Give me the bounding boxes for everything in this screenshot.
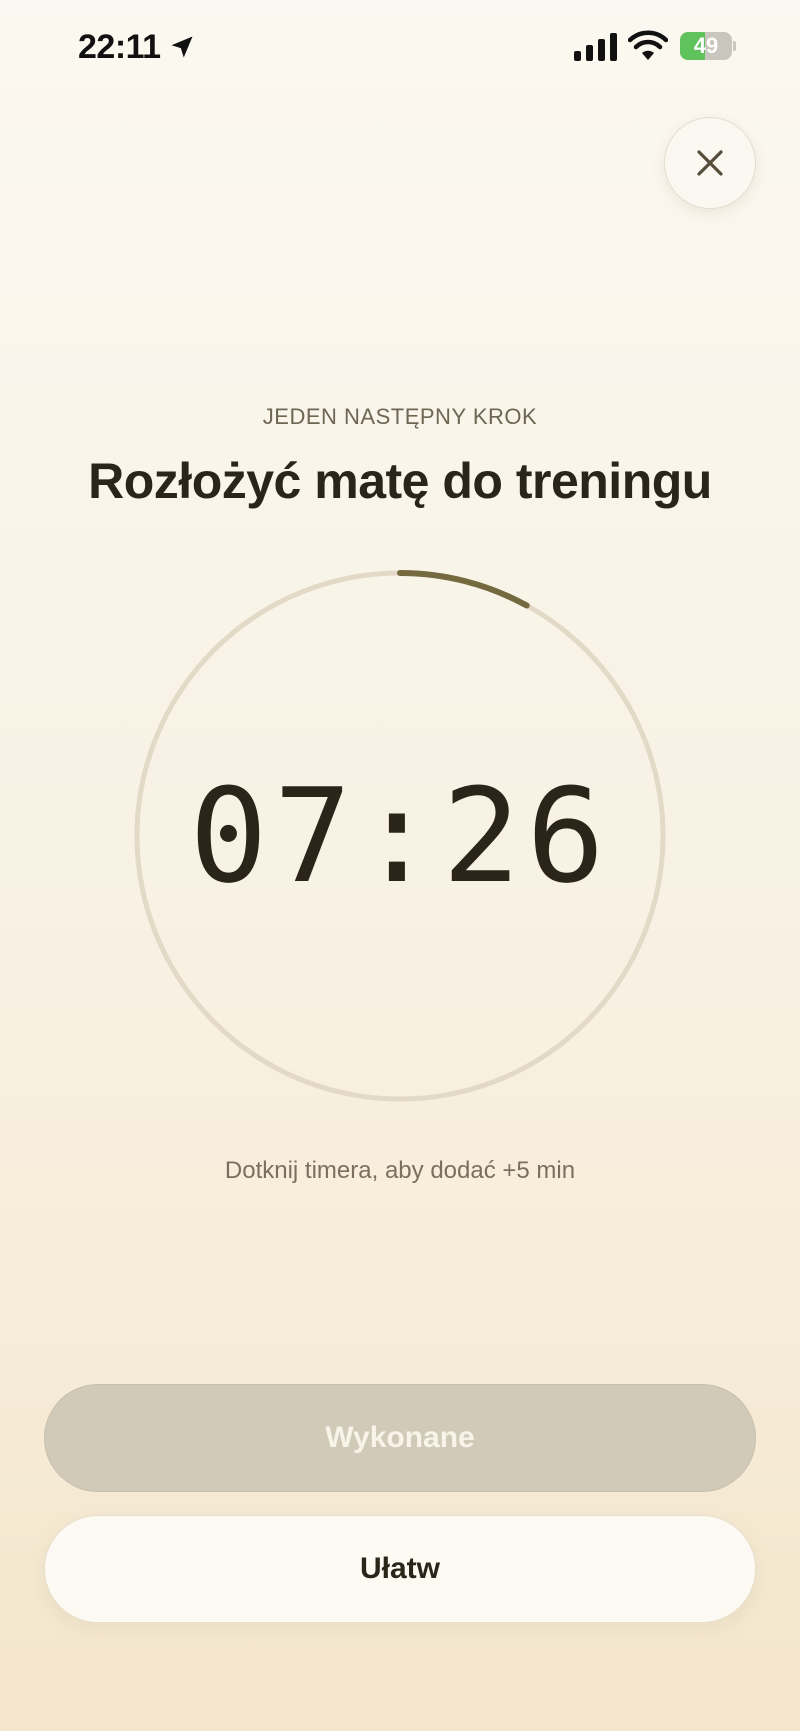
- signal-icon: [574, 33, 617, 61]
- step-eyebrow: JEDEN NASTĘPNY KROK: [262, 404, 538, 429]
- task-title: Rozłożyć matę do treningu: [88, 453, 712, 509]
- battery-charging-icon: 49: [680, 32, 736, 60]
- wifi-icon: [628, 30, 668, 60]
- status-time: 22:11: [78, 28, 161, 66]
- timer-hint: Dotknij timera, aby dodać +5 min: [224, 1157, 576, 1184]
- close-icon: [697, 150, 723, 176]
- close-button[interactable]: [664, 117, 756, 209]
- done-button[interactable]: Wykonane: [44, 1384, 756, 1492]
- timer-display: 07:26: [189, 760, 611, 912]
- battery-level: 49: [693, 33, 719, 58]
- easier-button[interactable]: Ułatw: [44, 1515, 756, 1623]
- timer[interactable]: 07:26: [131, 567, 669, 1105]
- status-bar: 22:11 49: [0, 0, 800, 100]
- location-arrow-icon: [171, 36, 193, 58]
